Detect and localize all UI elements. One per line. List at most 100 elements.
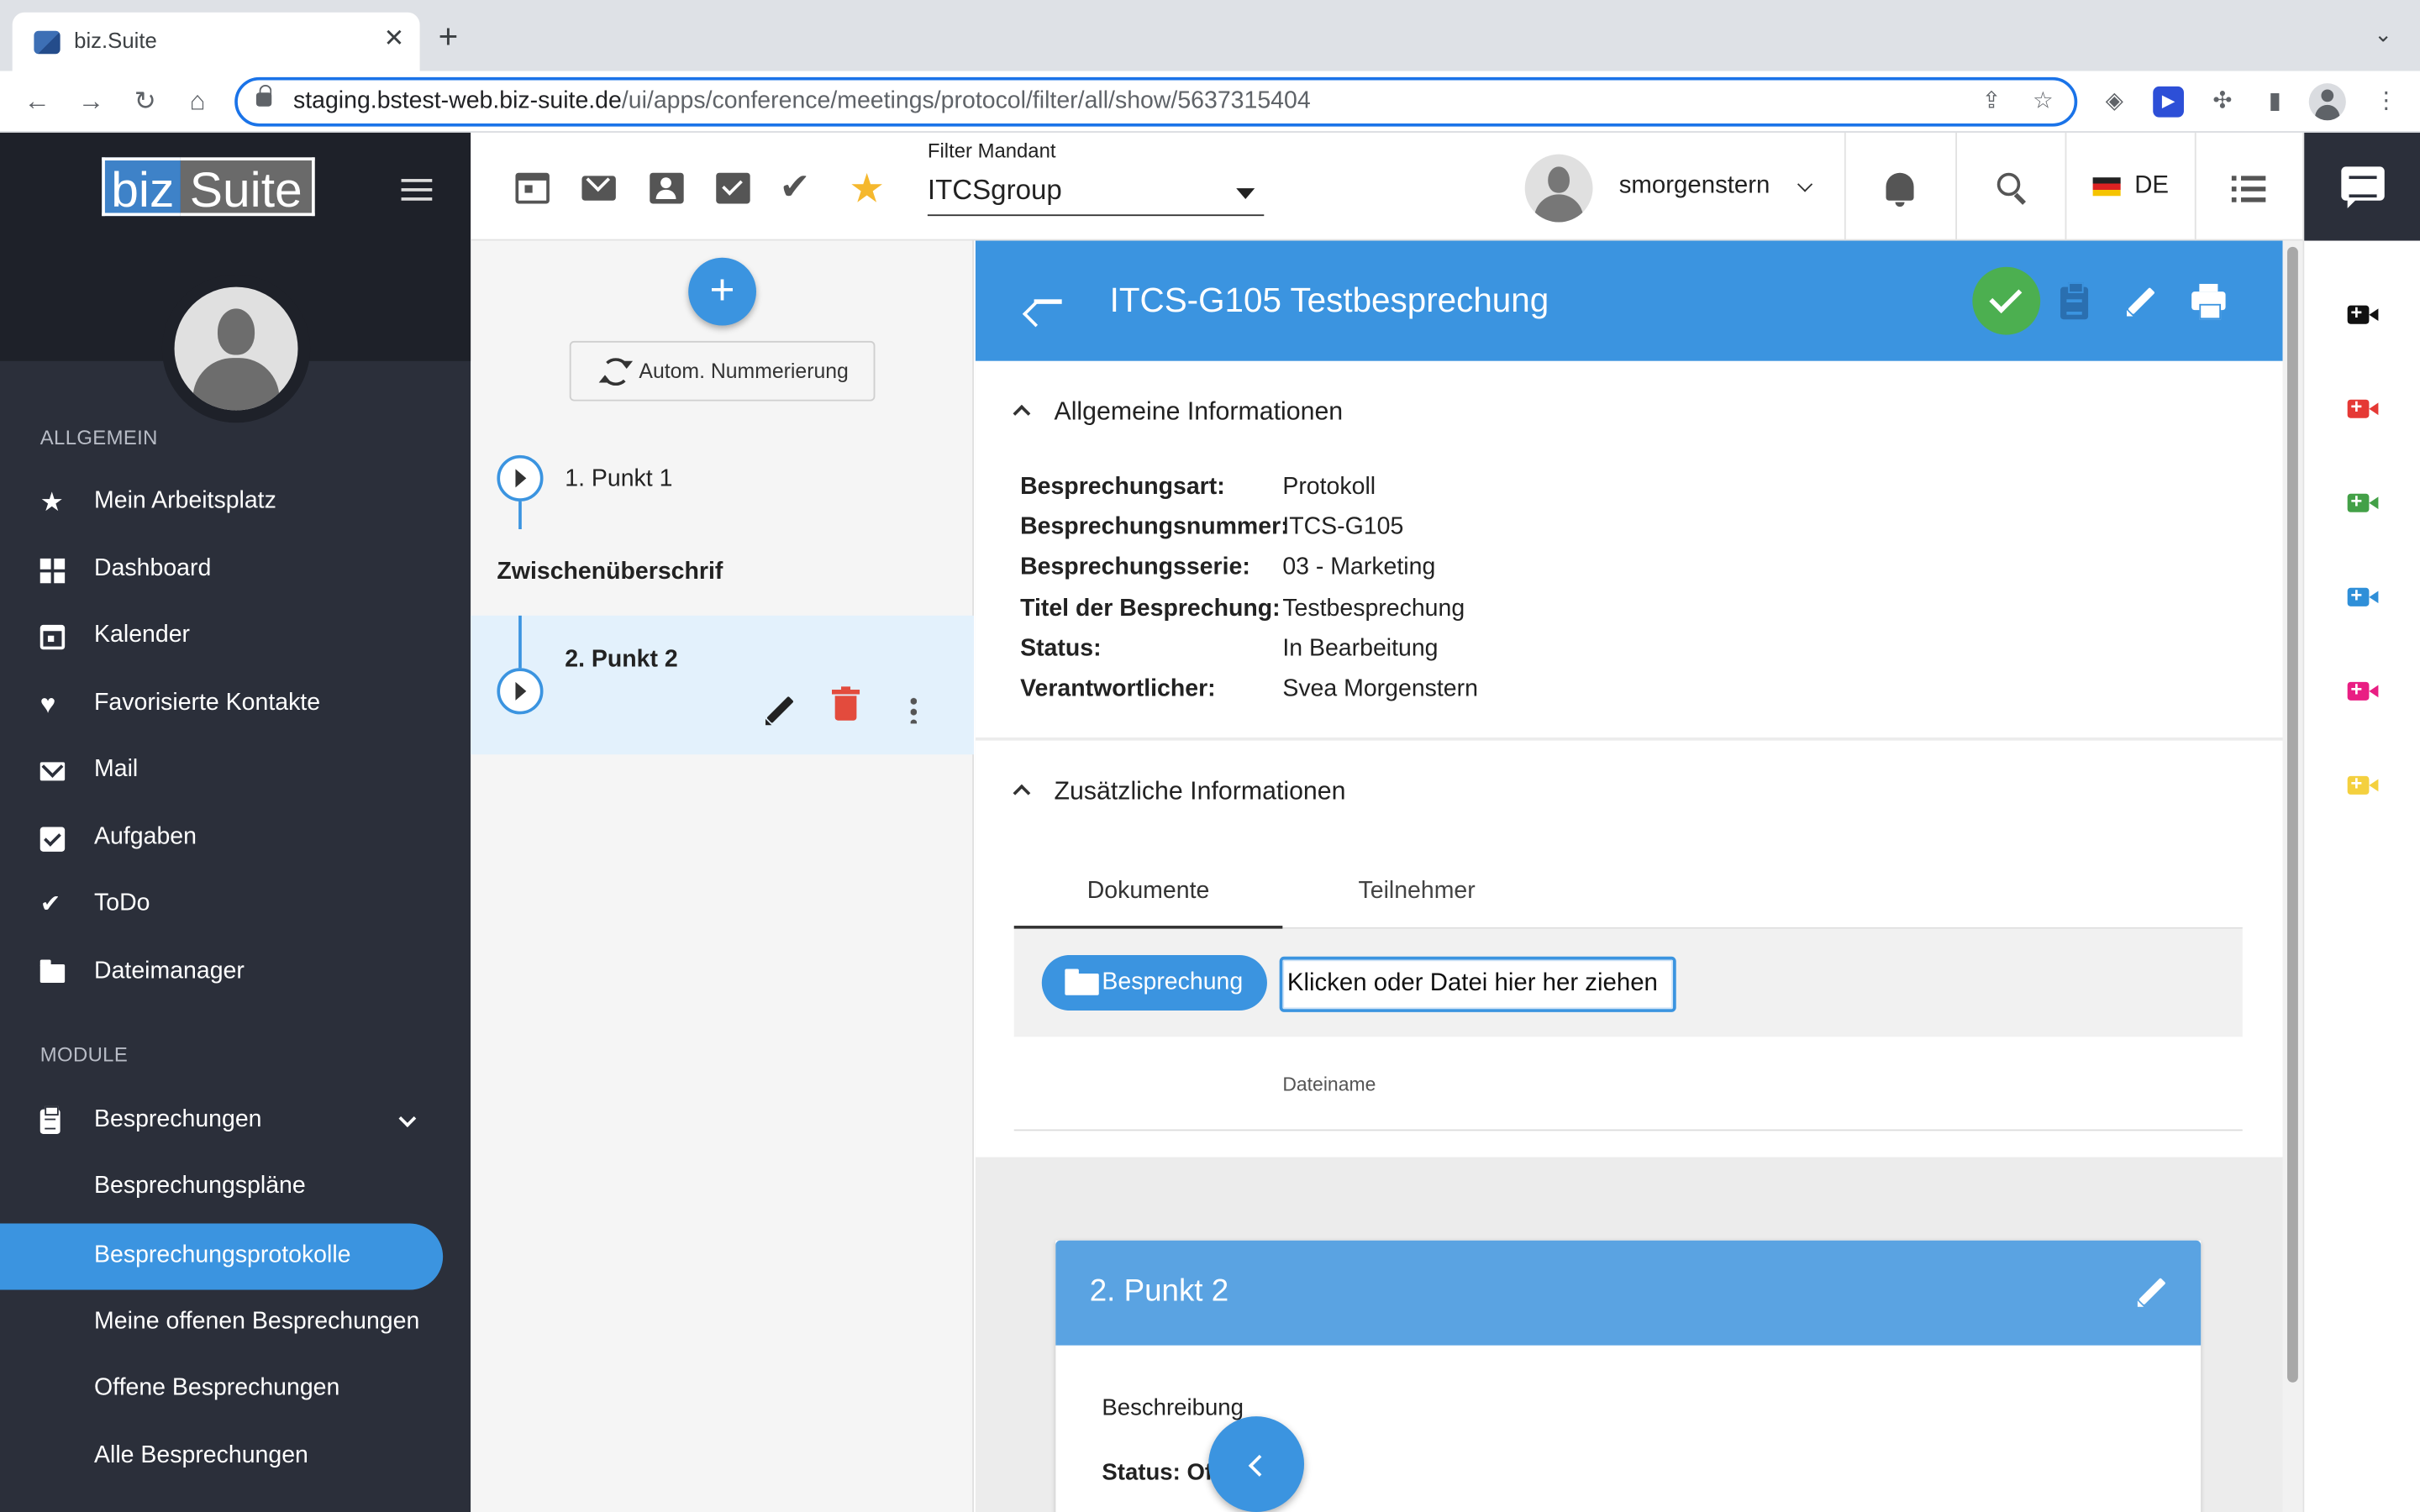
calendar-icon[interactable] xyxy=(515,172,550,204)
sidebar-item-dateimanager[interactable]: Dateimanager xyxy=(0,942,471,1004)
done-all-icon[interactable]: ✔ xyxy=(780,169,813,206)
back-arrow-icon[interactable] xyxy=(1034,299,1062,303)
sidebar-item-favorisierte-kontakte[interactable]: ♥ Favorisierte Kontakte xyxy=(0,675,471,736)
username[interactable]: smorgenstern xyxy=(1619,173,1770,201)
scrollbar-thumb[interactable] xyxy=(2287,246,2298,1383)
video-call-icon-yellow[interactable] xyxy=(2347,771,2379,795)
browser-toolbar: ← → ↻ ⌂ staging.bstest-web.biz-suite.de/… xyxy=(0,71,2420,133)
section-module: MODULE xyxy=(39,1042,129,1067)
section-title-additional[interactable]: Zusätzliche Informationen xyxy=(1054,778,1345,807)
add-agenda-item-button[interactable]: + xyxy=(688,257,756,326)
agenda-item-2-row[interactable]: 2. Punkt 2 xyxy=(471,615,974,755)
edit-icon[interactable] xyxy=(2136,1278,2167,1309)
back-icon[interactable]: ← xyxy=(18,83,55,120)
lock-icon xyxy=(255,85,272,107)
auto-numbering-button[interactable]: Autom. Nummerierung xyxy=(569,340,876,402)
video-call-icon-blue[interactable] xyxy=(2347,583,2379,606)
url-text[interactable]: staging.bstest-web.biz-suite.de/ui/apps/… xyxy=(293,88,1311,116)
hamburger-menu-icon[interactable] xyxy=(401,179,433,201)
tab-teilnehmer[interactable]: Teilnehmer xyxy=(1282,858,1551,928)
puzzle-icon[interactable]: ✣ xyxy=(2207,87,2238,118)
mail-icon[interactable] xyxy=(581,176,616,201)
expand-item-1-icon[interactable] xyxy=(497,454,544,501)
sidebar-item-todo[interactable]: ✔ ToDo xyxy=(0,874,471,936)
chevron-down-icon[interactable] xyxy=(1797,176,1813,192)
file-dropzone[interactable]: Klicken oder Datei hier her ziehen xyxy=(1279,956,1676,1012)
contact-icon[interactable] xyxy=(650,172,684,204)
chevron-up-icon[interactable] xyxy=(1013,404,1031,423)
search-icon[interactable] xyxy=(1996,172,2021,197)
browser-tabstrip: biz.Suite ✕ + ⌄ xyxy=(0,0,2420,71)
divider xyxy=(1013,1129,2243,1131)
video-call-icon-pink[interactable] xyxy=(2347,677,2379,701)
filter-mandant-label: Filter Mandant xyxy=(927,139,1056,162)
user-avatar-small[interactable] xyxy=(1524,154,1593,223)
collapse-back-button[interactable] xyxy=(1208,1416,1305,1512)
sidebar-item-offene-besprechungen[interactable]: Offene Besprechungen xyxy=(0,1359,471,1420)
video-call-icon-green[interactable] xyxy=(2347,489,2379,512)
section-allgemein: ALLGEMEIN xyxy=(39,425,158,449)
user-avatar[interactable] xyxy=(161,274,311,423)
bookmark-star-icon[interactable]: ☆ xyxy=(2033,87,2054,114)
favicon-icon xyxy=(34,30,60,55)
home-icon[interactable]: ⌂ xyxy=(179,83,216,120)
tab-dokumente[interactable]: Dokumente xyxy=(1013,858,1283,929)
zoom-extension-icon[interactable]: ▶ xyxy=(2153,86,2184,118)
chevron-up-icon[interactable] xyxy=(1013,784,1031,802)
list-icon[interactable] xyxy=(2231,176,2266,202)
video-call-icon-red[interactable] xyxy=(2347,395,2379,418)
divider xyxy=(1955,132,1957,241)
sidebar-item-kalender[interactable]: Kalender xyxy=(0,606,471,668)
forward-icon[interactable]: → xyxy=(72,83,109,120)
profile-avatar[interactable] xyxy=(2308,83,2346,121)
address-bar[interactable]: staging.bstest-web.biz-suite.de/ui/apps/… xyxy=(234,76,2078,127)
section-title-general[interactable]: Allgemeine Informationen xyxy=(1054,398,1343,428)
print-icon[interactable] xyxy=(2191,283,2226,320)
done-all-icon: ✔ xyxy=(39,891,61,918)
agenda-item-2[interactable]: 2. Punkt 2 xyxy=(565,647,677,675)
column-header-dateiname[interactable]: Dateiname xyxy=(1282,1074,1376,1095)
close-icon[interactable]: ✕ xyxy=(384,24,405,55)
favorites-star-icon[interactable]: ★ xyxy=(849,168,885,208)
sidebar-item-dashboard[interactable]: Dashboard xyxy=(0,540,471,601)
edit-icon[interactable] xyxy=(764,696,795,727)
extension-diamond-icon[interactable]: ◈ xyxy=(2099,87,2130,118)
share-icon[interactable]: ⇪ xyxy=(1981,87,2001,114)
german-flag-icon[interactable] xyxy=(2092,177,2121,197)
filter-mandant-select[interactable]: ITCSgroup xyxy=(927,170,1265,217)
folder-besprechung-button[interactable]: Besprechung xyxy=(1041,954,1267,1011)
menu-dots-icon[interactable]: ⋮ xyxy=(2370,87,2402,118)
sidebar-item-mail[interactable]: Mail xyxy=(0,741,471,802)
task-icon[interactable] xyxy=(716,172,750,204)
agenda-item-1[interactable]: 1. Punkt 1 xyxy=(565,466,672,494)
complete-button[interactable] xyxy=(1972,266,2041,335)
clipboard-icon[interactable] xyxy=(2060,282,2089,320)
edit-icon[interactable] xyxy=(2125,287,2156,318)
video-call-icon-black[interactable] xyxy=(2347,301,2379,324)
scrollbar[interactable] xyxy=(2282,240,2303,1512)
sidebar-item-meine-offenen-besprechungen[interactable]: Meine offenen Besprechungen xyxy=(0,1293,471,1354)
divider xyxy=(1844,132,1846,241)
chevron-down-icon xyxy=(398,1110,417,1128)
chat-button[interactable] xyxy=(2304,132,2420,241)
sidebar-item-alle-besprechungen[interactable]: Alle Besprechungen xyxy=(0,1427,471,1488)
sidebar-item-besprechungsprotokolle[interactable]: Besprechungsprotokolle xyxy=(0,1223,444,1290)
sidebar-item-mein-arbeitsplatz[interactable]: ★ Mein Arbeitsplatz xyxy=(0,472,471,533)
language-selector[interactable]: DE xyxy=(2134,173,2169,201)
browser-tab[interactable]: biz.Suite ✕ xyxy=(12,12,420,71)
timeline-line xyxy=(518,615,522,669)
sidebar-item-besprechungen[interactable]: Besprechungen xyxy=(0,1091,471,1152)
mail-icon xyxy=(39,762,66,781)
delete-icon[interactable] xyxy=(831,686,860,721)
sidebar-item-aufgaben[interactable]: Aufgaben xyxy=(0,808,471,869)
logo[interactable]: biz Suite xyxy=(102,157,315,218)
sidebar-item-besprechungsplaene[interactable]: Besprechungspläne xyxy=(0,1158,471,1219)
agenda-subheading[interactable]: Zwischenüberschrif xyxy=(497,559,723,586)
more-vert-icon[interactable] xyxy=(910,696,918,724)
new-tab-icon[interactable]: + xyxy=(439,19,459,54)
expand-item-2-icon[interactable] xyxy=(497,668,544,715)
tab-search-icon[interactable]: ⌄ xyxy=(2374,22,2392,48)
bell-icon[interactable] xyxy=(1886,172,1914,207)
side-panel-icon[interactable]: ▮ xyxy=(2260,87,2291,118)
reload-icon[interactable]: ↻ xyxy=(127,83,164,120)
